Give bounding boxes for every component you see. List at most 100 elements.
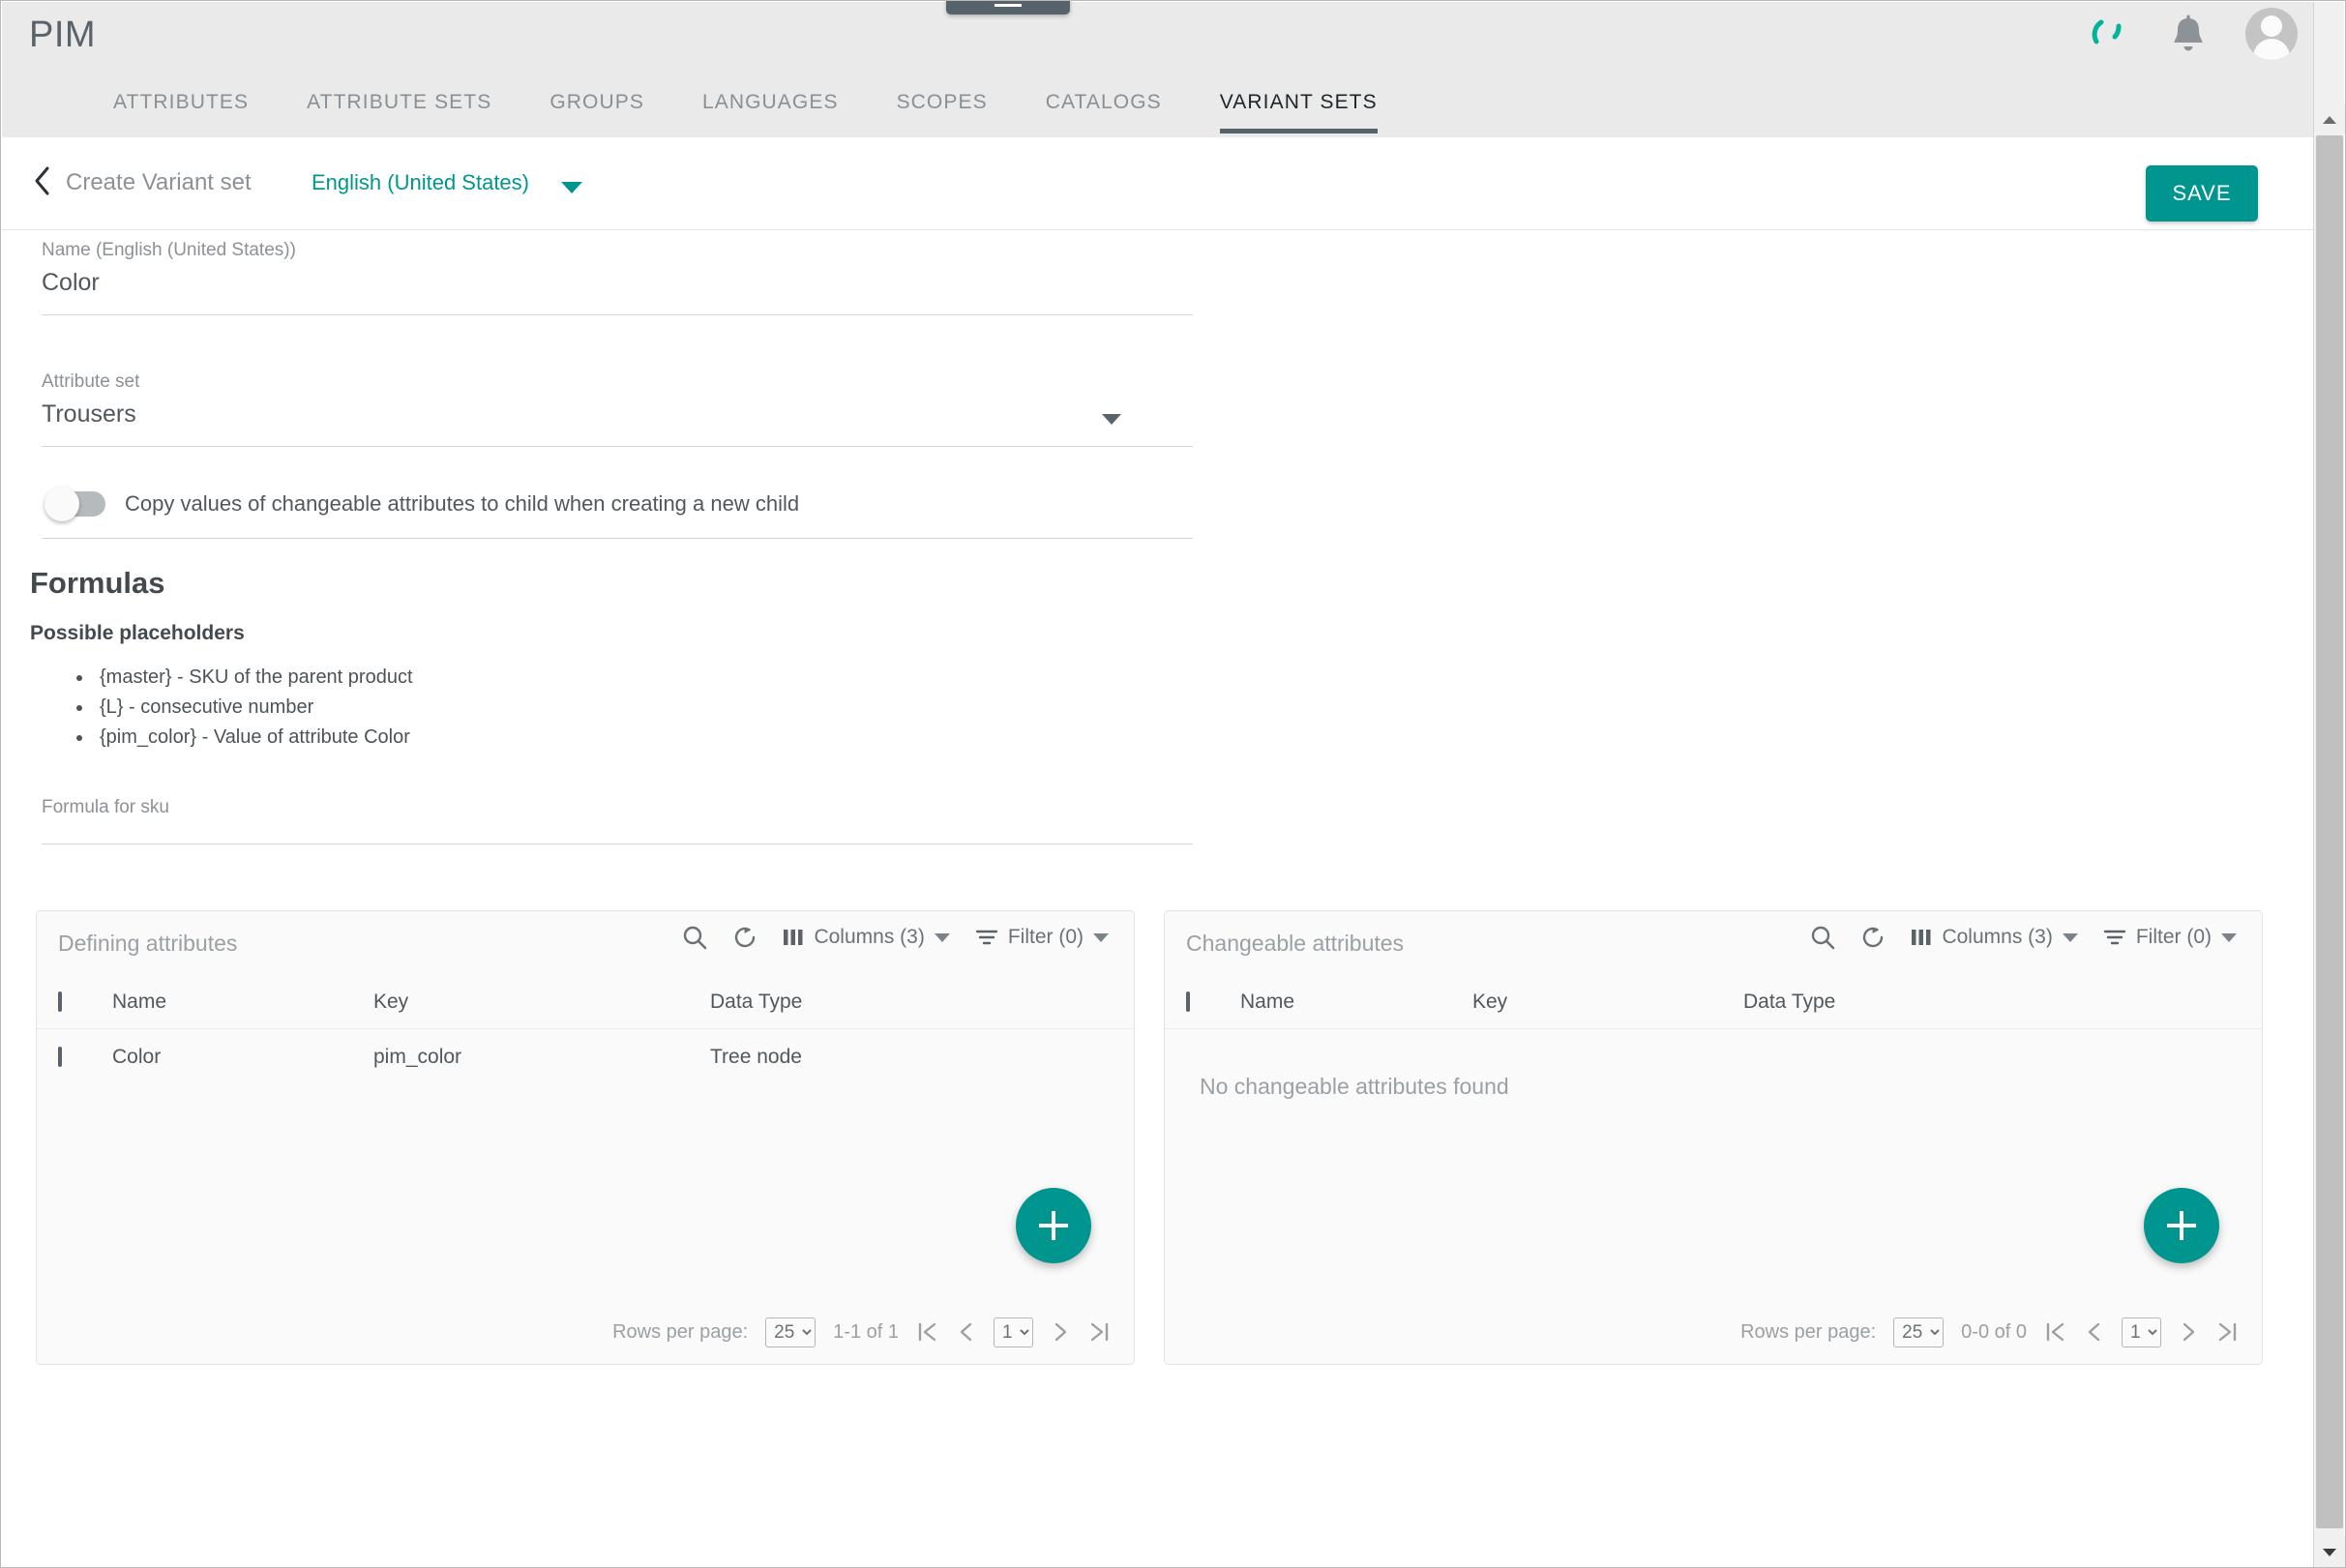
table-row[interactable]: Color pim_color Tree node (37, 1029, 1134, 1085)
language-selector[interactable]: English (United States) (312, 170, 529, 195)
columns-button[interactable]: Columns (3) (1911, 926, 2078, 949)
rows-per-page-select[interactable]: 25 (765, 1317, 817, 1347)
select-all-checkbox[interactable] (1186, 991, 1190, 1012)
tab-catalogs[interactable]: CATALOGS (1046, 77, 1162, 133)
bell-icon[interactable] (2168, 13, 2209, 55)
list-item: {L} - consecutive number (94, 693, 2314, 723)
scroll-up-icon[interactable] (2314, 104, 2345, 135)
cell-name: Color (112, 1046, 162, 1068)
tab-groups[interactable]: GROUPS (549, 77, 644, 133)
formulas-heading: Formulas (30, 566, 165, 600)
tab-variant-sets[interactable]: VARIANT SETS (1219, 77, 1378, 133)
previous-page-icon[interactable] (957, 1319, 976, 1345)
scrollbar-thumb[interactable] (2316, 135, 2343, 1528)
first-page-icon[interactable] (2044, 1319, 2067, 1345)
search-icon[interactable] (1810, 925, 1835, 950)
range-label: 0-0 of 0 (1961, 1320, 2027, 1343)
page-subheader: Create Variant set English (United State… (2, 137, 2315, 230)
tab-label: GROUPS (549, 91, 644, 113)
attribute-panels: Defining attributes Columns (3) Filter (… (1, 910, 2263, 1365)
vertical-scrollbar[interactable] (2313, 2, 2345, 1567)
tab-label: ATTRIBUTE SETS (307, 91, 492, 113)
sync-spinner-icon[interactable] (2089, 13, 2131, 55)
save-button[interactable]: SAVE (2146, 165, 2258, 222)
range-label: 1-1 of 1 (833, 1320, 899, 1343)
page-number-select[interactable]: 1 (2122, 1317, 2161, 1347)
select-all-checkbox-cell (58, 991, 112, 1012)
chevron-down-icon[interactable] (2062, 932, 2078, 942)
variant-set-form: Name (English (United States)) Color Att… (1, 230, 2314, 844)
tab-label: ATTRIBUTES (113, 91, 250, 113)
hamburger-icon[interactable] (946, 1, 1070, 15)
chevron-down-icon[interactable] (561, 182, 582, 193)
app-bar: PIM ATTRIBUTES ATTRIBUTE SETS GROUPS LAN… (2, 2, 2315, 137)
next-page-icon[interactable] (2179, 1319, 2198, 1345)
copy-values-toggle-row: Copy values of changeable attributes to … (42, 474, 1193, 539)
select-all-checkbox[interactable] (58, 991, 62, 1012)
page-title: Create Variant set (66, 169, 252, 195)
select-all-checkbox-cell (1186, 991, 1240, 1012)
formula-sku-field[interactable]: Formula for sku (42, 787, 1193, 844)
filter-button[interactable]: Filter (0) (975, 926, 1109, 949)
column-header-key[interactable]: Key (373, 991, 710, 1014)
add-defining-attribute-button[interactable] (1016, 1188, 1091, 1263)
changeable-attributes-panel: Changeable attributes Columns (3) Filter… (1164, 910, 2263, 1365)
chevron-down-icon[interactable] (934, 932, 950, 942)
tab-attributes[interactable]: ATTRIBUTES (113, 77, 249, 133)
cell-data-type: Tree node (710, 1046, 802, 1068)
avatar-body (2253, 39, 2290, 60)
page-number-select[interactable]: 1 (994, 1317, 1033, 1347)
defining-attributes-panel: Defining attributes Columns (3) Filter (… (36, 910, 1135, 1365)
chevron-down-icon[interactable] (1102, 414, 1121, 425)
last-page-icon[interactable] (1087, 1319, 1111, 1345)
filter-label: Filter (0) (1007, 926, 1084, 948)
tab-label: CATALOGS (1045, 91, 1162, 113)
column-header-data-type[interactable]: Data Type (710, 991, 1134, 1014)
attribute-set-value: Trousers (42, 400, 136, 428)
column-header-name[interactable]: Name (1240, 991, 1472, 1014)
empty-state-message: No changeable attributes found (1200, 1074, 1509, 1099)
possible-placeholders-heading: Possible placeholders (30, 622, 245, 644)
copy-values-toggle[interactable] (45, 487, 105, 521)
name-field-value: Color (42, 269, 100, 296)
tab-label: LANGUAGES (701, 91, 839, 113)
tab-attribute-sets[interactable]: ATTRIBUTE SETS (307, 77, 491, 133)
refresh-icon[interactable] (732, 925, 757, 950)
filter-button[interactable]: Filter (0) (2103, 926, 2237, 949)
column-header-key[interactable]: Key (1472, 991, 1743, 1014)
main-nav-tabs: ATTRIBUTES ATTRIBUTE SETS GROUPS LANGUAG… (2, 77, 1407, 133)
row-checkbox[interactable] (58, 1047, 62, 1067)
tab-scopes[interactable]: SCOPES (897, 77, 988, 133)
list-item: {pim_color} - Value of attribute Color (94, 723, 2314, 753)
rows-per-page-label: Rows per page: (612, 1320, 749, 1343)
attribute-set-label: Attribute set (42, 371, 140, 392)
column-header-data-type[interactable]: Data Type (1743, 991, 2262, 1014)
table-footer: Rows per page: 25 1-1 of 1 1 (37, 1300, 1134, 1364)
last-page-icon[interactable] (2215, 1319, 2239, 1345)
app-bar-actions (2089, 8, 2298, 60)
avatar[interactable] (2245, 8, 2298, 60)
scroll-down-icon[interactable] (2314, 1537, 2345, 1567)
add-changeable-attribute-button[interactable] (2144, 1188, 2219, 1263)
columns-button[interactable]: Columns (3) (783, 926, 950, 949)
name-field[interactable]: Name (English (United States)) Color (42, 230, 1193, 315)
list-item: {master} - SKU of the parent product (94, 663, 2314, 693)
name-field-label: Name (English (United States)) (42, 240, 296, 260)
tab-languages[interactable]: LANGUAGES (702, 77, 839, 133)
columns-label: Columns (3) (814, 926, 925, 948)
tab-label: SCOPES (896, 91, 988, 113)
table-header-row: Name Key Data Type (1165, 975, 2262, 1029)
next-page-icon[interactable] (1051, 1319, 1070, 1345)
search-icon[interactable] (682, 925, 707, 950)
column-header-name[interactable]: Name (112, 991, 373, 1014)
chevron-down-icon[interactable] (1093, 932, 1109, 942)
previous-page-icon[interactable] (2085, 1319, 2104, 1345)
panel-header: Changeable attributes Columns (3) Filter… (1165, 911, 2262, 975)
rows-per-page-label: Rows per page: (1740, 1320, 1877, 1343)
rows-per-page-select[interactable]: 25 (1893, 1317, 1945, 1347)
attribute-set-field[interactable]: Attribute set Trousers (42, 362, 1193, 447)
refresh-icon[interactable] (1860, 925, 1886, 950)
chevron-down-icon[interactable] (2221, 932, 2237, 942)
first-page-icon[interactable] (916, 1319, 939, 1345)
chevron-left-icon[interactable] (31, 164, 54, 197)
